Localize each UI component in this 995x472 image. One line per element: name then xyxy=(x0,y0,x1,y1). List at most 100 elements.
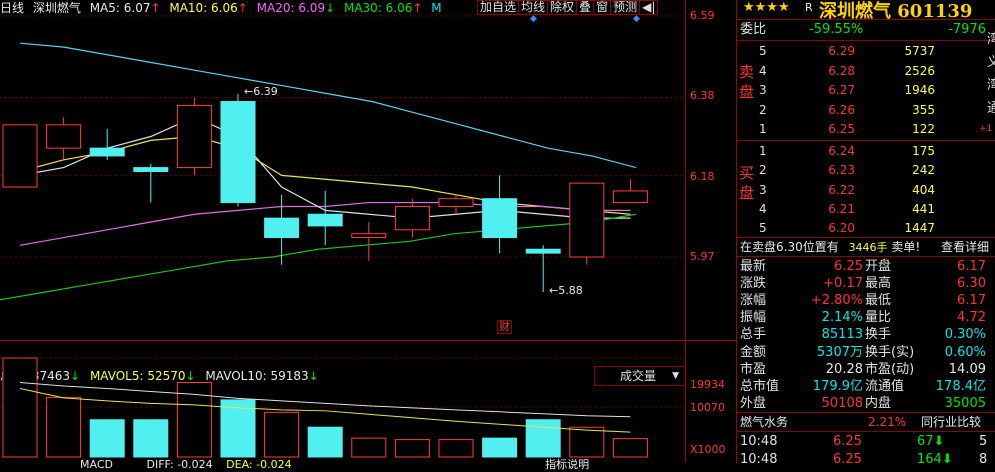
collapse-panel-button[interactable]: ◀| xyxy=(639,0,659,15)
indicator-help-button[interactable]: 指标说明 xyxy=(545,458,589,471)
buy-order-row[interactable]: 2 6.23 242 xyxy=(737,161,995,179)
buy-order-row[interactable]: 1 6.24 175 xyxy=(737,142,995,160)
quote-label: 振幅 xyxy=(740,310,767,326)
buy-order-row[interactable]: 5 6.20 1447 xyxy=(737,219,995,237)
ma5-arrow: ↑ xyxy=(150,1,161,15)
order-volume: 1447 xyxy=(904,221,935,236)
view-detail-button[interactable]: 查看详细 xyxy=(941,238,989,256)
add-watchlist-button[interactable]: 加自选 xyxy=(477,0,520,15)
industry-compare-button[interactable]: 同行业比较 xyxy=(921,413,981,431)
sell-order-row[interactable]: 1 6.25 122 +1 xyxy=(737,120,995,138)
candlestick[interactable] xyxy=(220,93,256,207)
candlestick[interactable] xyxy=(46,117,82,160)
volume-bar[interactable] xyxy=(89,419,125,458)
candlestick[interactable] xyxy=(89,128,125,160)
order-level: 1 xyxy=(759,122,767,136)
quote-label: 市盈(动) xyxy=(865,361,915,377)
buy-order-row[interactable]: 3 6.22 404 xyxy=(737,181,995,199)
candlestick[interactable] xyxy=(133,163,169,203)
quote-value: 178.4亿 xyxy=(935,378,986,394)
volume-chart[interactable] xyxy=(0,340,686,463)
volume-bar[interactable] xyxy=(264,411,300,458)
down-arrow-icon: ⬇ xyxy=(941,452,953,467)
sell-order-row[interactable]: 2 6.26 355 xyxy=(737,101,995,119)
sell-order-row[interactable]: 3 6.27 1946 xyxy=(737,81,995,99)
candlestick[interactable] xyxy=(612,179,648,204)
order-price: 6.24 xyxy=(828,144,855,158)
buy-order-row[interactable]: 4 6.21 441 xyxy=(737,200,995,218)
financial-report-badge[interactable]: 财 xyxy=(497,320,512,334)
quote-panel: ★★★★ R 深圳燃气 601139 委比 -59.55% -7976 卖盘 5… xyxy=(737,0,995,467)
overlay-button[interactable]: 叠 xyxy=(576,0,595,15)
quote-label: 换手(实) xyxy=(865,344,915,360)
volume-bar[interactable] xyxy=(482,437,518,458)
period-label[interactable]: 日线 xyxy=(0,1,24,15)
candlestick[interactable] xyxy=(2,124,38,188)
macd-label: MACD xyxy=(80,458,113,471)
moving-average-button[interactable]: 均线 xyxy=(518,0,549,15)
kline-chart-area[interactable] xyxy=(0,0,686,340)
window-button[interactable]: 窗 xyxy=(593,0,612,15)
volume-axis-label: 19934 xyxy=(690,378,725,391)
volume-bar[interactable] xyxy=(2,357,38,458)
order-volume: 175 xyxy=(912,144,935,158)
order-level: 1 xyxy=(759,144,767,158)
sell-order-row[interactable]: 5 6.29 5737 xyxy=(737,42,995,60)
candlestick[interactable] xyxy=(351,222,387,261)
candle-body xyxy=(612,190,648,204)
weibi-row: 委比 -59.55% -7976 xyxy=(737,21,995,39)
volume-bar[interactable] xyxy=(133,419,169,458)
quote-value: 179.9亿 xyxy=(812,378,863,394)
volume-bar[interactable] xyxy=(351,437,387,458)
sell-order-row[interactable]: 4 6.28 2526 xyxy=(737,62,995,80)
candle-body xyxy=(133,167,169,172)
tick-count: 8 xyxy=(979,452,988,467)
candle-body xyxy=(89,147,125,157)
candlestick[interactable] xyxy=(394,198,430,238)
volume-bar[interactable] xyxy=(612,438,648,458)
quote-value: 0.30% xyxy=(944,327,986,343)
sector-name[interactable]: 燃气水务 xyxy=(740,415,788,429)
tick-row: 10:48 6.25 164⬇ 8 xyxy=(737,451,995,469)
candlestick[interactable] xyxy=(307,190,343,246)
volume-bar[interactable] xyxy=(569,426,605,458)
order-volume: 242 xyxy=(912,163,935,178)
quote-label: 最高 xyxy=(865,276,892,292)
quote-label: 总手 xyxy=(740,327,767,343)
order-notice-row: 在卖盘6.30位置有 3446手 卖单! 查看详细 xyxy=(740,238,995,256)
price-axis-label: 5.97 xyxy=(690,250,715,263)
volume-bar[interactable] xyxy=(307,426,343,458)
quote-label: 流通值 xyxy=(865,378,905,394)
panel-divider xyxy=(737,40,995,41)
panel-divider xyxy=(737,256,995,257)
candle-body xyxy=(482,198,518,239)
candle-body xyxy=(264,217,300,239)
tick-volume-value: 164 xyxy=(917,452,942,467)
ma20-value: MA20: 6.09 xyxy=(256,1,326,15)
ma30-value: MA30: 6.06 xyxy=(343,1,413,15)
order-price: 6.26 xyxy=(828,102,855,117)
ex-rights-button[interactable]: 除权 xyxy=(547,0,578,15)
candlestick[interactable] xyxy=(438,194,474,215)
quote-label: 涨幅 xyxy=(740,293,767,309)
ma-info-bar: 日线 深圳燃气 MA5: 6.07↑ MA10: 6.06↑ MA20: 6.0… xyxy=(0,0,447,16)
candlestick[interactable] xyxy=(482,175,518,254)
volume-bar[interactable] xyxy=(46,396,82,458)
volume-bar[interactable] xyxy=(394,439,430,458)
forecast-button[interactable]: 预测 xyxy=(610,0,641,15)
quote-value: 0.60% xyxy=(944,344,986,360)
order-volume: 1946 xyxy=(904,83,935,97)
candlestick[interactable] xyxy=(176,97,212,176)
ma5-value: MA5: 6.07 xyxy=(89,1,151,15)
volume-bar[interactable] xyxy=(438,439,474,458)
sector-change: 2.21% xyxy=(868,415,907,429)
toolbar-marker-diamond-icon: ◆ xyxy=(633,14,640,24)
quote-label: 外盘 xyxy=(740,395,767,411)
order-price: 6.21 xyxy=(828,201,855,216)
quote-value: 4.72 xyxy=(957,310,986,326)
quote-row: 涨跌 +0.17 最高 6.30 xyxy=(737,275,995,293)
volume-bar[interactable] xyxy=(525,419,561,458)
kline-chart[interactable] xyxy=(0,0,686,340)
candlestick[interactable] xyxy=(569,182,605,265)
candlestick[interactable] xyxy=(264,194,300,265)
